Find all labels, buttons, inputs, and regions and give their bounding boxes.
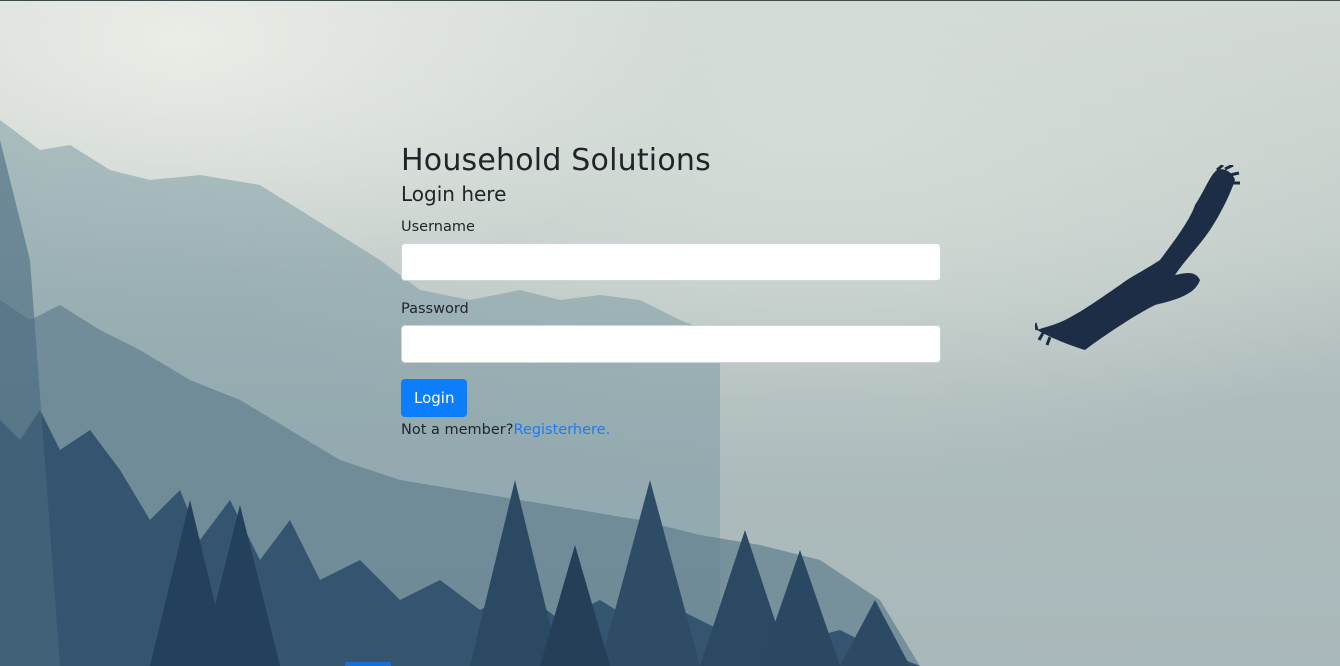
username-input[interactable] (401, 243, 941, 281)
password-input[interactable] (401, 325, 941, 363)
register-line: Not a member?Registerhere. (401, 420, 941, 440)
username-label: Username (401, 219, 475, 235)
login-button[interactable]: Login (401, 379, 468, 417)
brand-title: Household Solutions (401, 143, 711, 178)
register-link[interactable]: Registerhere. (513, 422, 610, 438)
password-label: Password (401, 301, 469, 317)
taskbar-indicator (345, 662, 391, 666)
page-subtitle: Login here (401, 182, 507, 206)
register-prompt: Not a member? (401, 422, 514, 438)
eagle-illustration (1035, 165, 1240, 350)
login-panel: Household Solutions Login here Username … (401, 142, 941, 440)
window-top-border (0, 0, 1340, 1)
